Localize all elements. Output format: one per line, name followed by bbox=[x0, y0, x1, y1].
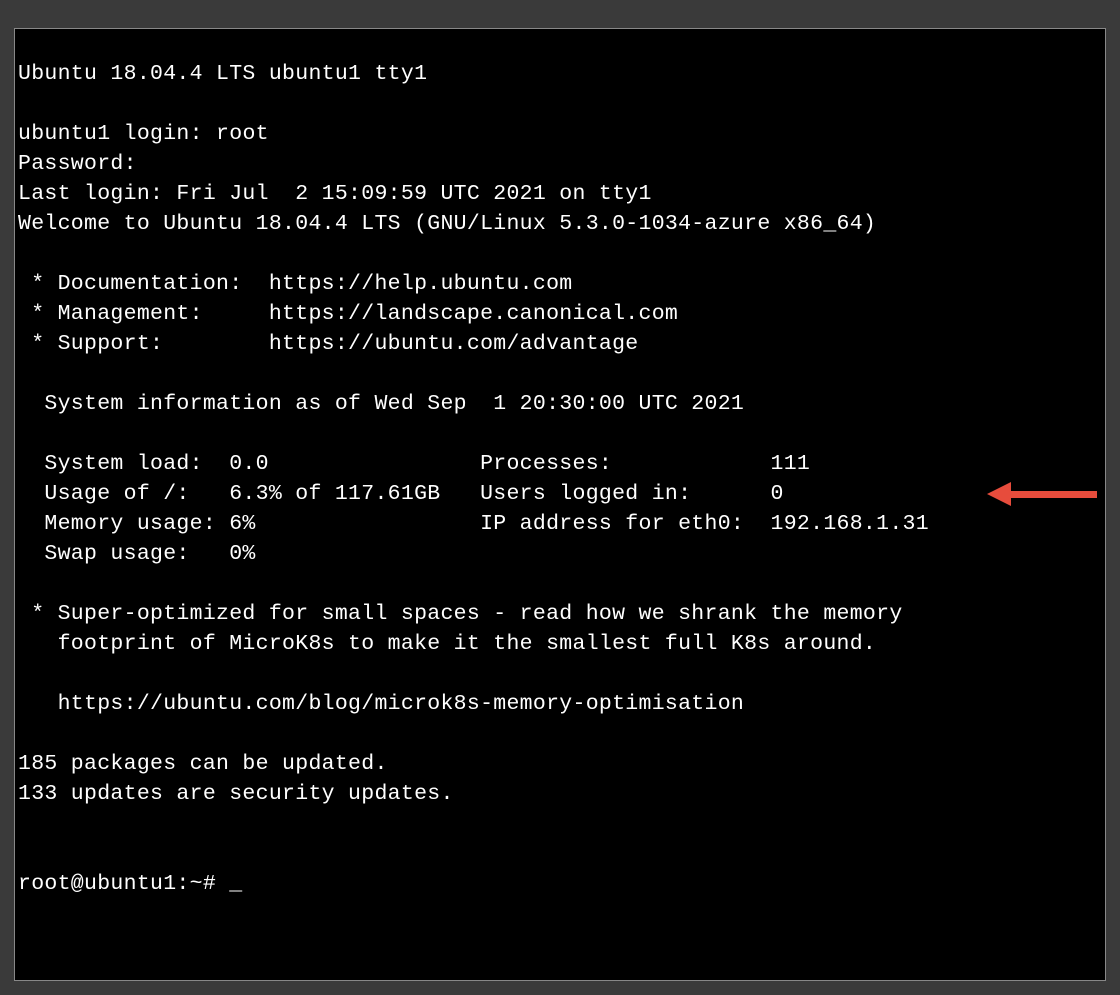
security-update: 133 updates are security updates. bbox=[18, 782, 454, 806]
support-label: * Support: bbox=[18, 332, 269, 356]
promo-line-1: * Super-optimized for small spaces - rea… bbox=[18, 602, 903, 626]
stats-line-1: System load: 0.0 Processes: 111 bbox=[18, 452, 810, 476]
stats-line-2: Usage of /: 6.3% of 117.61GB Users logge… bbox=[18, 482, 784, 506]
sysinfo-header: System information as of Wed Sep 1 20:30… bbox=[18, 392, 744, 416]
stats-line-4: Swap usage: 0% bbox=[18, 542, 256, 566]
doc-url: https://help.ubuntu.com bbox=[269, 272, 573, 296]
stats-line-3: Memory usage: 6% IP address for eth0: 19… bbox=[18, 512, 929, 536]
last-login: Last login: Fri Jul 2 15:09:59 UTC 2021 … bbox=[18, 182, 652, 206]
shell-prompt[interactable]: root@ubuntu1:~# bbox=[18, 872, 229, 896]
support-url: https://ubuntu.com/advantage bbox=[269, 332, 639, 356]
login-user: root bbox=[216, 122, 269, 146]
banner-line: Ubuntu 18.04.4 LTS ubuntu1 tty1 bbox=[18, 62, 427, 86]
cursor-icon: _ bbox=[229, 869, 242, 899]
mgmt-url: https://landscape.canonical.com bbox=[269, 302, 678, 326]
packages-update: 185 packages can be updated. bbox=[18, 752, 388, 776]
login-prompt: ubuntu1 login: bbox=[18, 122, 216, 146]
terminal-content: Ubuntu 18.04.4 LTS ubuntu1 tty1 ubuntu1 … bbox=[18, 59, 1102, 899]
annotation-arrow-icon bbox=[987, 482, 1097, 506]
mgmt-label: * Management: bbox=[18, 302, 269, 326]
promo-line-2: footprint of MicroK8s to make it the sma… bbox=[18, 632, 876, 656]
promo-url: https://ubuntu.com/blog/microk8s-memory-… bbox=[18, 692, 744, 716]
password-prompt: Password: bbox=[18, 152, 137, 176]
terminal-window[interactable]: Ubuntu 18.04.4 LTS ubuntu1 tty1 ubuntu1 … bbox=[14, 28, 1106, 981]
doc-label: * Documentation: bbox=[18, 272, 269, 296]
welcome-line: Welcome to Ubuntu 18.04.4 LTS (GNU/Linux… bbox=[18, 212, 876, 236]
